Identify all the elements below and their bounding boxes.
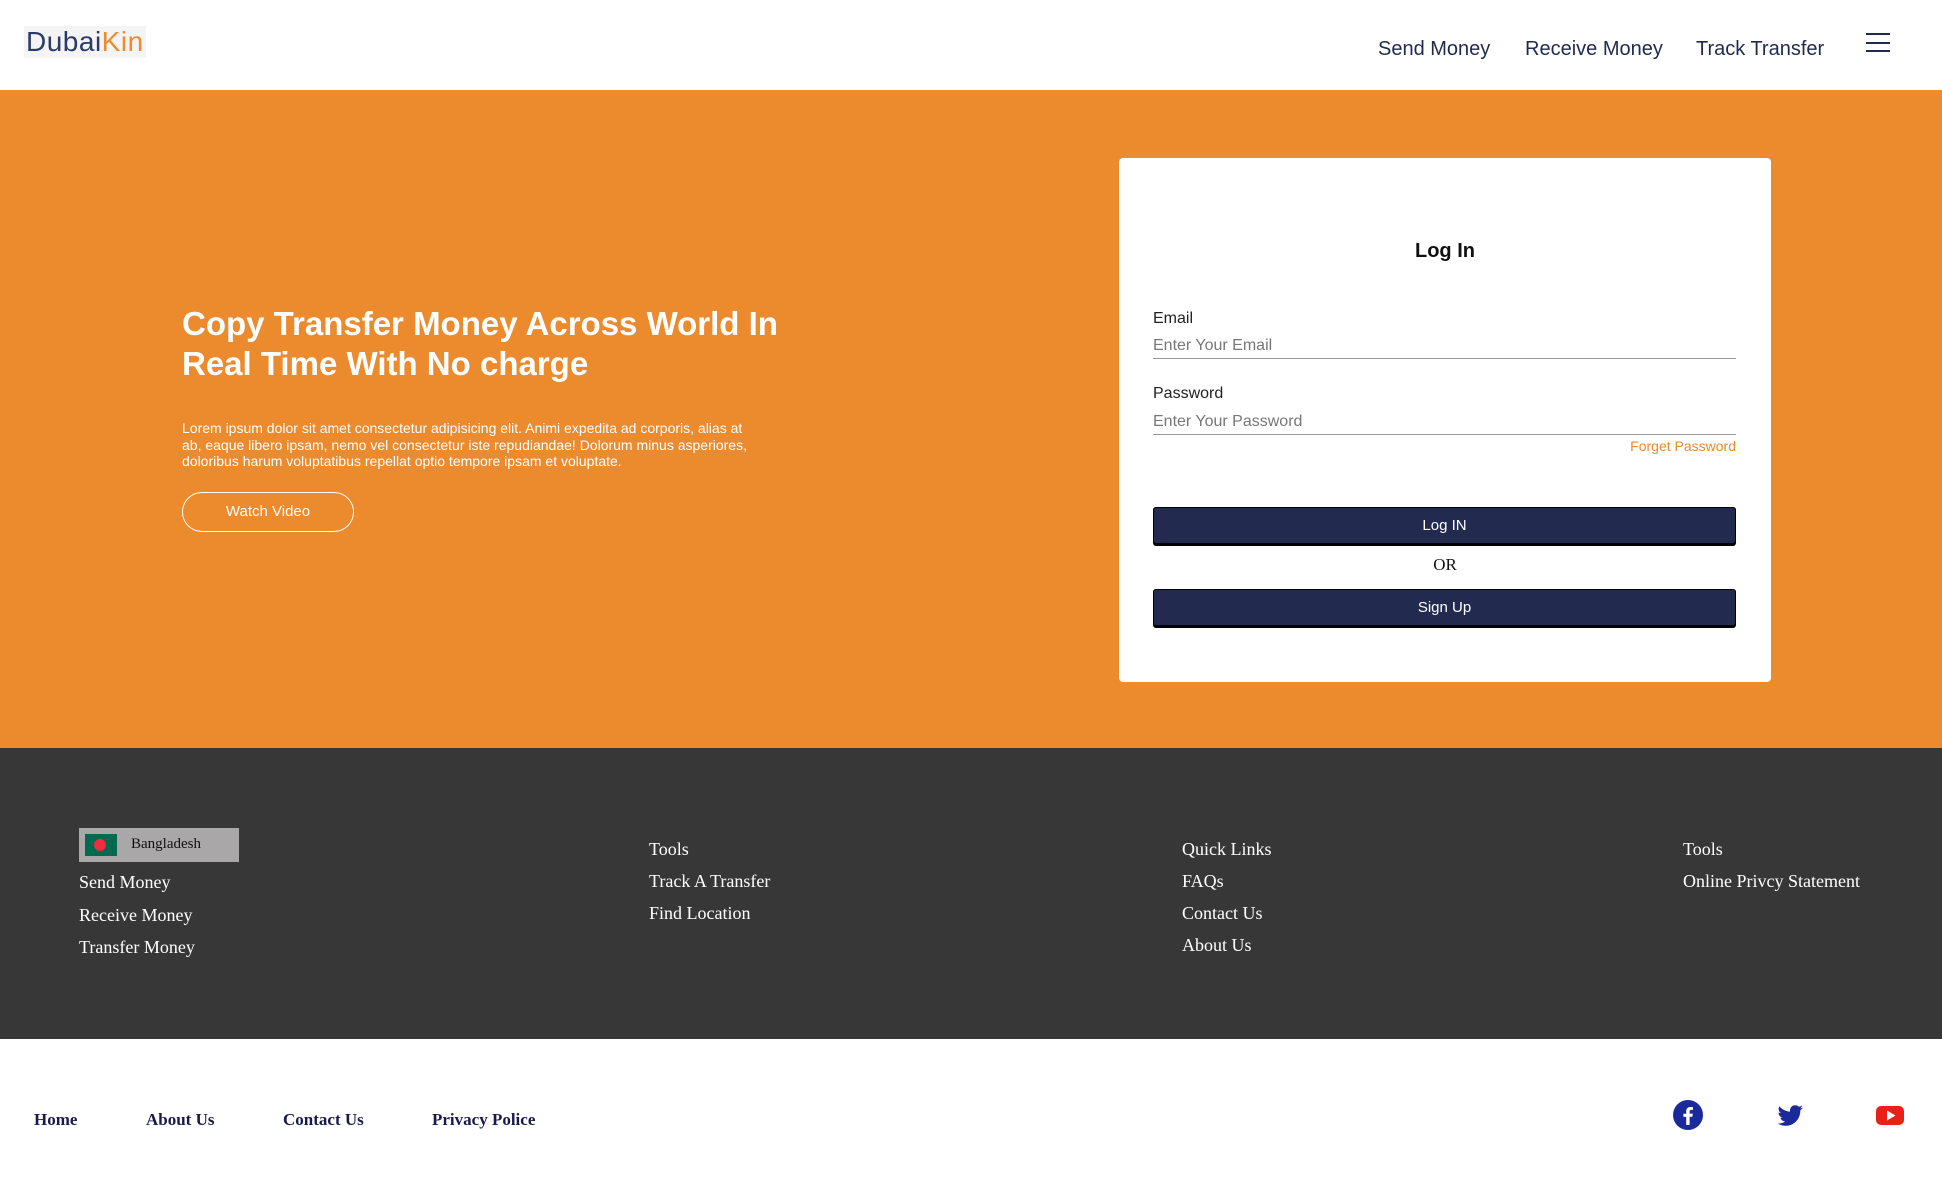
footer-link-find-location[interactable]: Find Location xyxy=(649,903,751,924)
footer-link-contact-us[interactable]: Contact Us xyxy=(1182,903,1263,924)
footer-link-send-money[interactable]: Send Money xyxy=(79,872,171,893)
bottom-bar: Home About Us Contact Us Privacy Police xyxy=(0,1039,1942,1184)
top-header: DubaiKin Send Money Receive Money Track … xyxy=(0,0,1942,90)
hero-title: Copy Transfer Money Across World In Real… xyxy=(182,305,778,382)
footer-link-track-transfer[interactable]: Track A Transfer xyxy=(649,871,770,892)
bottom-link-about-us[interactable]: About Us xyxy=(146,1110,215,1130)
hamburger-icon[interactable] xyxy=(1866,33,1890,53)
bottom-link-home[interactable]: Home xyxy=(34,1110,77,1130)
footer-link-faqs[interactable]: FAQs xyxy=(1182,871,1224,892)
or-divider: OR xyxy=(1433,555,1457,574)
footer-heading-tools: Tools xyxy=(649,839,689,859)
country-selector[interactable]: Bangladesh xyxy=(79,828,239,862)
footer-link-privacy-statement[interactable]: Online Privcy Statement xyxy=(1683,871,1860,892)
login-button[interactable]: Log IN xyxy=(1153,507,1736,544)
email-label: Email xyxy=(1153,310,1194,327)
bottom-link-contact-us[interactable]: Contact Us xyxy=(283,1110,364,1130)
logo[interactable]: DubaiKin xyxy=(24,26,146,58)
signup-button[interactable]: Sign Up xyxy=(1153,589,1736,626)
nav-track-transfer[interactable]: Track Transfer xyxy=(1696,38,1824,61)
hero-description: Lorem ipsum dolor sit amet consectetur a… xyxy=(182,420,747,469)
facebook-icon[interactable] xyxy=(1672,1099,1704,1131)
youtube-icon[interactable] xyxy=(1874,1099,1906,1131)
logo-text-kin: Kin xyxy=(101,26,144,57)
forget-password-link[interactable]: Forget Password xyxy=(1630,438,1736,454)
logo-text-dubai: Dubai xyxy=(26,26,102,57)
bangladesh-flag-icon xyxy=(85,834,117,856)
password-field[interactable] xyxy=(1153,409,1736,435)
hero-section: Copy Transfer Money Across World In Real… xyxy=(0,90,1942,748)
footer-link-transfer-money[interactable]: Transfer Money xyxy=(79,937,195,958)
password-label: Password xyxy=(1153,385,1224,402)
nav-receive-money[interactable]: Receive Money xyxy=(1525,38,1663,61)
watch-video-button[interactable]: Watch Video xyxy=(182,492,354,532)
email-field[interactable] xyxy=(1153,333,1736,359)
nav-send-money[interactable]: Send Money xyxy=(1378,38,1490,61)
country-name: Bangladesh xyxy=(131,836,201,852)
login-title: Log In xyxy=(1415,240,1475,262)
footer-link-about-us[interactable]: About Us xyxy=(1182,935,1252,956)
footer-link-receive-money[interactable]: Receive Money xyxy=(79,905,192,926)
footer: Bangladesh Send Money Receive Money Tran… xyxy=(0,748,1942,1039)
footer-heading-quick-links: Quick Links xyxy=(1182,839,1272,859)
twitter-icon[interactable] xyxy=(1774,1099,1806,1131)
footer-heading-tools-2: Tools xyxy=(1683,839,1723,859)
bottom-link-privacy[interactable]: Privacy Police xyxy=(432,1110,535,1130)
login-card: Log In Email Password Forget Password Lo… xyxy=(1119,158,1771,682)
